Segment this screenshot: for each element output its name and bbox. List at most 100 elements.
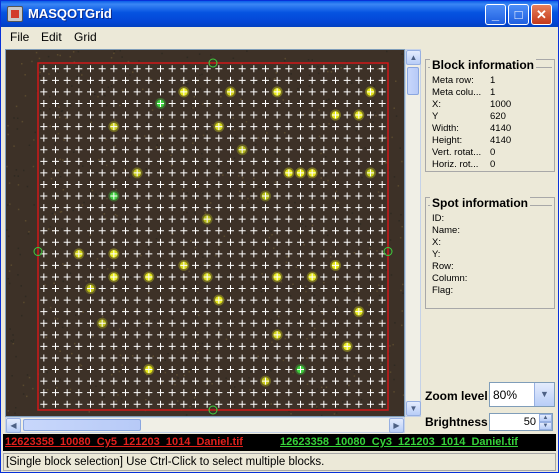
grid-marker[interactable] xyxy=(145,285,153,293)
grid-marker[interactable] xyxy=(343,389,351,397)
grid-marker[interactable] xyxy=(157,134,164,142)
grid-marker[interactable] xyxy=(297,123,304,131)
grid-marker[interactable] xyxy=(75,389,83,397)
grid-marker[interactable] xyxy=(98,331,106,339)
grid-marker[interactable] xyxy=(308,331,316,339)
grid-marker[interactable] xyxy=(168,400,176,408)
grid-marker[interactable] xyxy=(285,319,293,327)
grid-marker[interactable] xyxy=(75,331,83,339)
grid-marker[interactable] xyxy=(250,389,258,397)
grid-marker[interactable] xyxy=(75,157,83,165)
grid-marker[interactable] xyxy=(378,377,386,385)
grid-marker[interactable] xyxy=(145,146,153,154)
grid-marker[interactable] xyxy=(320,192,328,200)
grid-marker[interactable] xyxy=(355,354,363,362)
grid-marker[interactable] xyxy=(308,342,316,350)
grid-marker[interactable] xyxy=(378,180,386,188)
grid-marker[interactable] xyxy=(122,204,129,212)
grid-marker[interactable] xyxy=(63,227,71,235)
grid-marker[interactable] xyxy=(343,377,351,385)
grid-marker[interactable] xyxy=(40,215,48,223)
grid-marker[interactable] xyxy=(63,146,71,154)
grid-marker[interactable] xyxy=(250,273,258,281)
grid-marker[interactable] xyxy=(87,389,94,397)
grid-marker[interactable] xyxy=(250,192,258,200)
grid-marker[interactable] xyxy=(378,146,386,154)
grid-marker[interactable] xyxy=(40,238,48,246)
grid-marker[interactable] xyxy=(98,99,106,107)
grid-marker[interactable] xyxy=(332,319,339,327)
grid-marker[interactable] xyxy=(273,227,281,235)
grid-marker[interactable] xyxy=(343,99,351,107)
grid-marker[interactable] xyxy=(52,111,59,119)
grid-marker[interactable] xyxy=(87,227,94,235)
grid-marker[interactable] xyxy=(297,389,304,397)
grid-marker[interactable] xyxy=(145,180,153,188)
grid-marker[interactable] xyxy=(122,354,129,362)
grid-marker[interactable] xyxy=(297,192,304,200)
grid-marker[interactable] xyxy=(273,261,281,269)
grid-marker[interactable] xyxy=(285,134,293,142)
grid-marker[interactable] xyxy=(192,389,199,397)
grid-marker[interactable] xyxy=(63,192,71,200)
grid-marker[interactable] xyxy=(227,238,234,246)
grid-marker[interactable] xyxy=(133,215,141,223)
grid-marker[interactable] xyxy=(192,169,199,177)
grid-marker[interactable] xyxy=(52,169,59,177)
grid-marker[interactable] xyxy=(215,308,223,316)
grid-marker[interactable] xyxy=(40,366,48,374)
grid-marker[interactable] xyxy=(262,215,269,223)
grid-marker[interactable] xyxy=(320,88,328,96)
grid-marker[interactable] xyxy=(110,204,118,212)
grid-marker[interactable] xyxy=(40,180,48,188)
grid-marker[interactable] xyxy=(203,157,211,165)
grid-marker[interactable] xyxy=(133,65,141,73)
grid-marker[interactable] xyxy=(63,238,71,246)
grid-marker[interactable] xyxy=(355,273,363,281)
grid-marker[interactable] xyxy=(157,123,164,131)
grid-marker[interactable] xyxy=(192,146,199,154)
grid-marker[interactable] xyxy=(180,377,188,385)
grid-marker[interactable] xyxy=(192,204,199,212)
grid-marker[interactable] xyxy=(122,285,129,293)
grid-marker[interactable] xyxy=(250,261,258,269)
grid-marker[interactable] xyxy=(320,99,328,107)
grid-marker[interactable] xyxy=(145,319,153,327)
grid-marker[interactable] xyxy=(98,250,106,258)
grid-marker[interactable] xyxy=(192,238,199,246)
grid-marker[interactable] xyxy=(250,215,258,223)
grid-marker[interactable] xyxy=(98,180,106,188)
grid-marker[interactable] xyxy=(332,169,339,177)
grid-marker[interactable] xyxy=(75,215,83,223)
grid-marker[interactable] xyxy=(52,400,59,408)
grid-marker[interactable] xyxy=(273,250,281,258)
grid-marker[interactable] xyxy=(133,354,141,362)
grid-marker[interactable] xyxy=(40,146,48,154)
grid-marker[interactable] xyxy=(133,192,141,200)
grid-marker[interactable] xyxy=(133,342,141,350)
grid-marker[interactable] xyxy=(52,65,59,73)
grid-marker[interactable] xyxy=(238,366,246,374)
scroll-up-button[interactable]: ▲ xyxy=(406,50,421,65)
grid-marker[interactable] xyxy=(180,134,188,142)
grid-marker[interactable] xyxy=(367,342,374,350)
grid-marker[interactable] xyxy=(378,366,386,374)
grid-marker[interactable] xyxy=(87,111,94,119)
grid-marker[interactable] xyxy=(63,389,71,397)
grid-marker[interactable] xyxy=(168,157,176,165)
grid-marker[interactable] xyxy=(110,111,118,119)
grid-marker[interactable] xyxy=(203,76,211,84)
grid-marker[interactable] xyxy=(378,134,386,142)
grid-marker[interactable] xyxy=(63,308,71,316)
grid-marker[interactable] xyxy=(157,65,164,73)
grid-marker[interactable] xyxy=(145,261,153,269)
grid-marker[interactable] xyxy=(227,76,234,84)
grid-marker[interactable] xyxy=(378,285,386,293)
grid-marker[interactable] xyxy=(285,296,293,304)
grid-marker[interactable] xyxy=(262,204,269,212)
grid-marker[interactable] xyxy=(227,389,234,397)
grid-marker[interactable] xyxy=(203,308,211,316)
grid-marker[interactable] xyxy=(308,389,316,397)
grid-marker[interactable] xyxy=(367,285,374,293)
grid-marker[interactable] xyxy=(52,99,59,107)
